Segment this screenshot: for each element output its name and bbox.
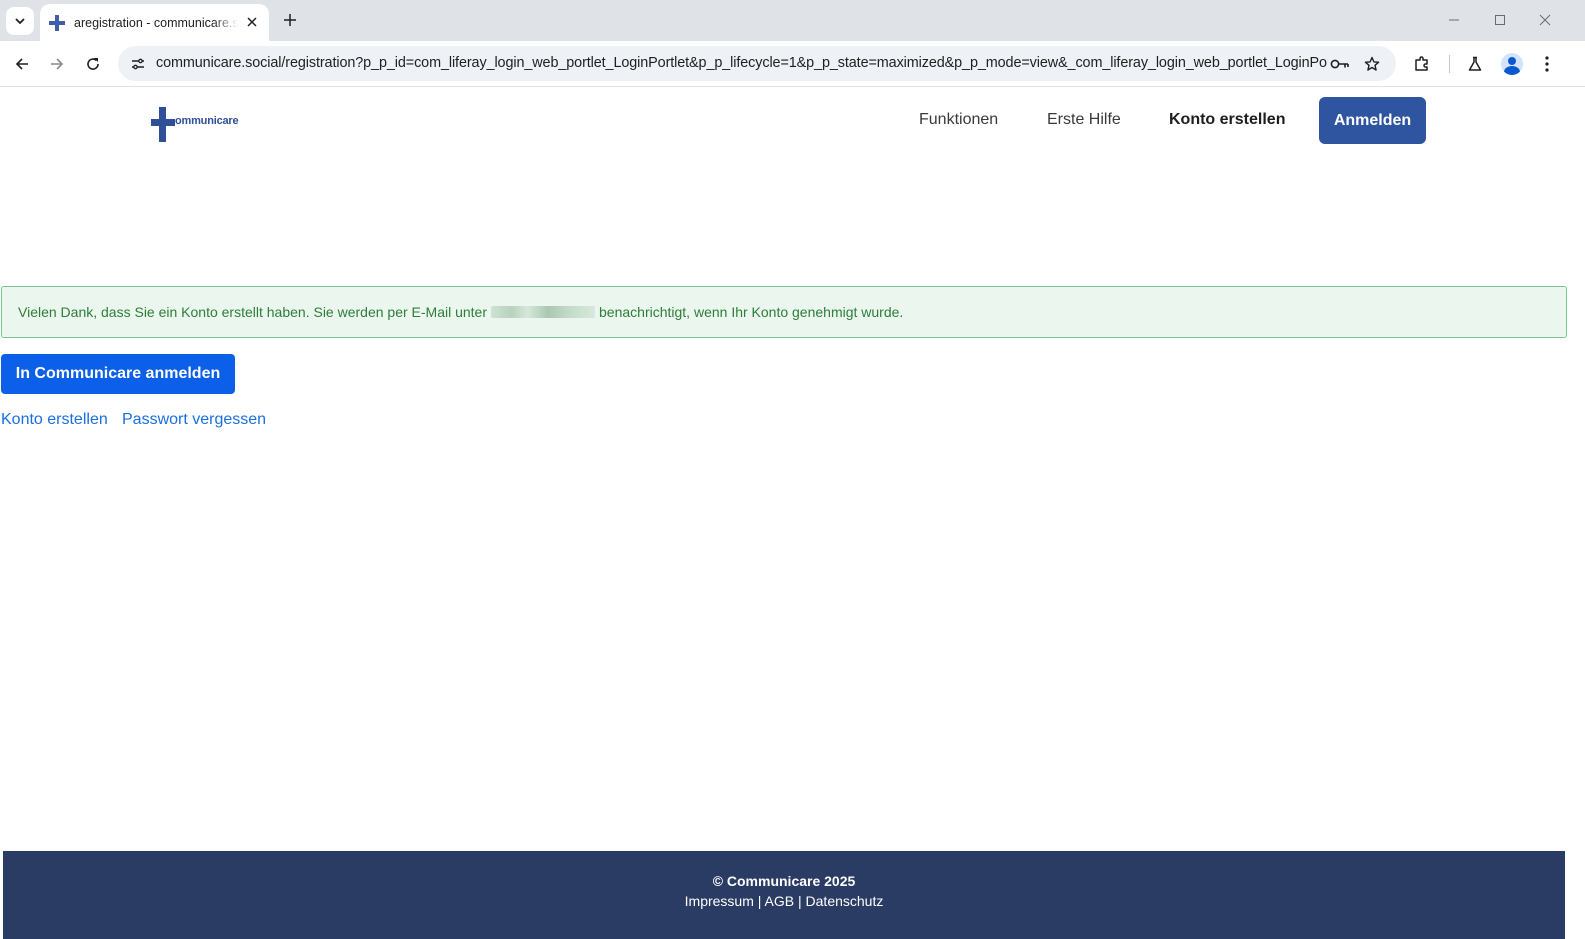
forward-arrow-icon[interactable] — [43, 50, 71, 78]
extensions-puzzle-icon[interactable] — [1408, 50, 1436, 78]
tab-title: aregistration - communicare.social — [74, 15, 238, 30]
nav-erste-hilfe[interactable]: Erste Hilfe — [1047, 111, 1121, 129]
success-alert: Vielen Dank, dass Sie ein Konto erstellt… — [1, 286, 1567, 338]
tab-search-button[interactable] — [6, 7, 34, 35]
browser-toolbar: communicare.social/registration?p_p_id=c… — [0, 41, 1585, 87]
maximize-icon[interactable] — [1488, 8, 1512, 32]
create-account-link[interactable]: Konto erstellen — [1, 411, 108, 429]
close-window-icon[interactable] — [1533, 8, 1557, 32]
alert-text-before: Vielen Dank, dass Sie ein Konto erstellt… — [18, 304, 488, 320]
site-header: ommunicare Funktionen Erste Hilfe Konto … — [0, 88, 1585, 154]
forgot-password-link[interactable]: Passwort vergessen — [122, 411, 266, 429]
toolbar-divider — [1449, 55, 1450, 73]
footer-agb-link[interactable]: AGB — [765, 893, 795, 909]
footer-separator: | — [798, 893, 802, 909]
footer-datenschutz-link[interactable]: Datenschutz — [806, 893, 884, 909]
logo-text: ommunicare — [175, 115, 239, 127]
bookmark-star-icon[interactable] — [1359, 51, 1385, 77]
new-tab-plus-icon[interactable] — [279, 9, 301, 31]
reload-icon[interactable] — [79, 50, 107, 78]
key-icon[interactable] — [1327, 51, 1353, 77]
labs-flask-icon[interactable] — [1461, 50, 1489, 78]
sign-in-communicare-button[interactable]: In Communicare anmelden — [1, 354, 235, 394]
footer-links: Impressum | AGB | Datenschutz — [3, 893, 1565, 909]
favicon-cross-icon — [49, 14, 65, 31]
more-menu-icon[interactable] — [1533, 50, 1561, 78]
chevron-down-icon — [15, 18, 25, 25]
nav-funktionen[interactable]: Funktionen — [919, 111, 998, 129]
browser-tab[interactable]: aregistration - communicare.social — [40, 4, 269, 41]
close-tab-icon[interactable] — [243, 13, 261, 31]
footer-impressum-link[interactable]: Impressum — [685, 893, 754, 909]
url-text: communicare.social/registration?p_p_id=c… — [156, 55, 1328, 71]
address-bar[interactable]: communicare.social/registration?p_p_id=c… — [118, 46, 1396, 81]
profile-avatar-icon[interactable] — [1501, 53, 1523, 75]
browser-tabstrip: aregistration - communicare.social — [0, 0, 1585, 41]
site-footer: © Communicare 2025 Impressum | AGB | Dat… — [3, 851, 1565, 939]
footer-separator: | — [757, 893, 762, 909]
minimize-icon[interactable] — [1442, 8, 1466, 32]
back-arrow-icon[interactable] — [8, 50, 36, 78]
redacted-email — [491, 306, 596, 318]
communicare-logo[interactable]: ommunicare — [151, 107, 251, 143]
alert-text-after: benachrichtigt, wenn Ihr Konto genehmigt… — [599, 304, 904, 320]
footer-copyright: © Communicare 2025 — [712, 873, 856, 889]
nav-konto-erstellen[interactable]: Konto erstellen — [1169, 111, 1285, 129]
site-info-icon[interactable] — [124, 50, 151, 77]
login-button[interactable]: Anmelden — [1319, 97, 1426, 144]
